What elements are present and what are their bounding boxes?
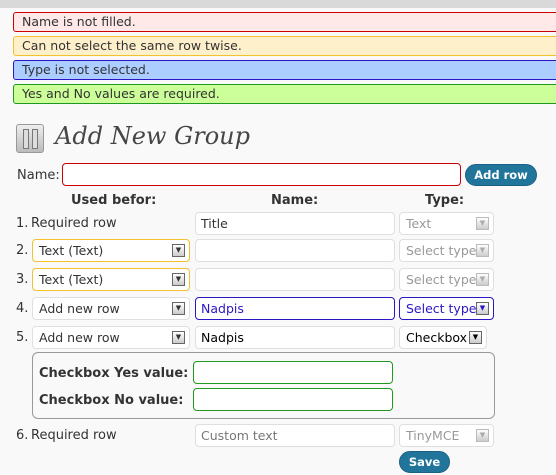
save-button[interactable]: Save bbox=[399, 451, 450, 473]
used-before-select[interactable]: Text (Text) ▼ bbox=[32, 239, 190, 262]
chevron-down-icon: ▼ bbox=[476, 429, 489, 442]
used-before-select[interactable]: Add new row ▼ bbox=[32, 326, 190, 349]
used-before-value: Text (Text) bbox=[39, 243, 104, 258]
field-name-input[interactable]: Nadpis bbox=[195, 297, 395, 320]
row-number: 2. bbox=[16, 243, 29, 258]
page-title: Add New Group bbox=[55, 122, 250, 150]
top-bar bbox=[0, 0, 556, 8]
used-before-value: Add new row bbox=[39, 301, 120, 316]
settings-sliders-icon bbox=[16, 124, 44, 153]
alert-name-not-filled: Name is not filled. bbox=[13, 12, 556, 32]
chevron-down-icon: ▼ bbox=[172, 244, 185, 257]
row-number: 6. bbox=[16, 428, 29, 443]
alert-type-not-selected: Type is not selected. bbox=[13, 60, 556, 80]
chevron-down-icon: ▼ bbox=[172, 273, 185, 286]
chevron-down-icon: ▼ bbox=[476, 217, 489, 230]
type-select[interactable]: Select type ▼ bbox=[399, 297, 494, 320]
checkbox-yes-label: Checkbox Yes value: bbox=[39, 366, 189, 381]
row-number: 1. bbox=[16, 216, 29, 231]
chevron-down-icon: ▼ bbox=[172, 331, 185, 344]
name-label: Name: bbox=[17, 168, 60, 183]
chevron-down-icon: ▼ bbox=[469, 331, 482, 344]
type-select-value: Select type bbox=[406, 272, 477, 287]
type-select-value: Text bbox=[406, 216, 432, 231]
type-select[interactable]: Select type ▼ bbox=[399, 268, 494, 291]
checkbox-no-input[interactable] bbox=[193, 388, 393, 411]
checkbox-yes-input[interactable] bbox=[193, 361, 393, 384]
row-number: 5. bbox=[16, 330, 29, 345]
alert-same-row: Can not select the same row twise. bbox=[13, 36, 556, 56]
type-select[interactable]: Select type ▼ bbox=[399, 239, 494, 262]
used-before-select[interactable]: Add new row ▼ bbox=[32, 297, 190, 320]
chevron-down-icon: ▼ bbox=[476, 273, 489, 286]
row-number: 3. bbox=[16, 272, 29, 287]
header-used-before: Used befor: bbox=[71, 193, 157, 208]
chevron-down-icon: ▼ bbox=[476, 244, 489, 257]
add-row-button[interactable]: Add row bbox=[465, 164, 537, 186]
checkbox-no-label: Checkbox No value: bbox=[39, 393, 184, 408]
field-name-input[interactable] bbox=[195, 239, 395, 262]
field-name-input[interactable]: Custom text bbox=[195, 424, 395, 447]
alert-yes-no-required: Yes and No values are required. bbox=[13, 84, 556, 104]
used-before-value: Add new row bbox=[39, 330, 120, 345]
type-select-value: Checkbox bbox=[406, 330, 468, 345]
group-name-input[interactable] bbox=[62, 163, 461, 186]
chevron-down-icon: ▼ bbox=[476, 302, 489, 315]
type-select-value: TinyMCE bbox=[406, 428, 460, 443]
chevron-down-icon: ▼ bbox=[172, 302, 185, 315]
used-before-select[interactable]: Text (Text) ▼ bbox=[32, 268, 190, 291]
field-name-input[interactable]: Title bbox=[195, 212, 395, 235]
type-select[interactable]: Checkbox ▼ bbox=[399, 326, 487, 349]
type-select-value: Select type bbox=[406, 243, 477, 258]
header-name: Name: bbox=[271, 193, 319, 208]
used-before-text: Required row bbox=[31, 428, 117, 443]
type-select[interactable]: TinyMCE ▼ bbox=[399, 424, 494, 447]
type-select[interactable]: Text ▼ bbox=[399, 212, 494, 235]
field-name-input[interactable]: Nadpis bbox=[195, 326, 395, 349]
type-select-value: Select type bbox=[406, 301, 477, 316]
used-before-text: Required row bbox=[31, 216, 117, 231]
used-before-value: Text (Text) bbox=[39, 272, 104, 287]
row-number: 4. bbox=[16, 301, 29, 316]
header-type: Type: bbox=[425, 193, 465, 208]
field-name-input[interactable] bbox=[195, 268, 395, 291]
